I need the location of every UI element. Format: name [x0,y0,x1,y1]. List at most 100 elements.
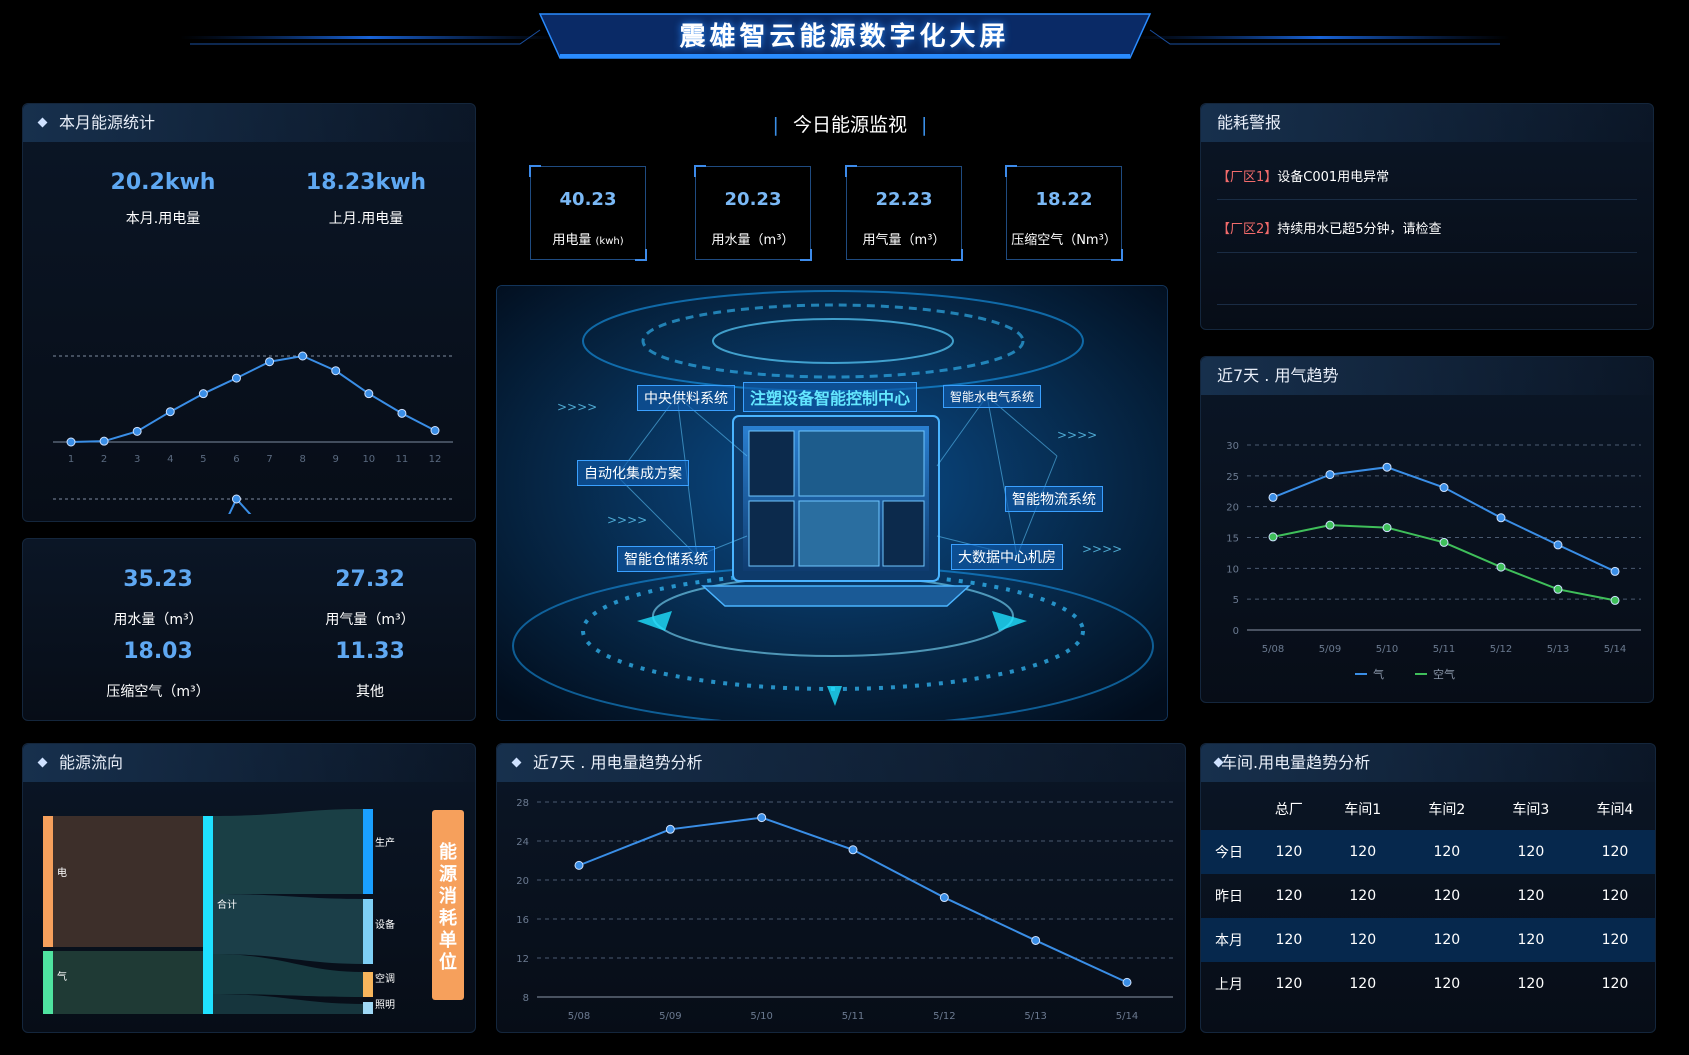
table-cell: 120 [1275,976,1303,992]
sankey-node-lighting[interactable] [363,1002,373,1014]
data-point [1325,520,1335,530]
header: 震雄智云能源数字化大屏 [0,0,1689,80]
kpi-label: 压缩空气（Nm³） [1011,233,1117,248]
panel-header: 近7天 . 用气趋势 [1201,357,1653,395]
data-point [1382,462,1392,472]
sankey-node-gas[interactable] [43,951,53,1014]
energy-consumption-unit-badge: 能源消耗单位 [432,810,464,1000]
workshop-table: 总厂 车间1 车间2 车间3 车间4 今日 120 120 120 120 12… [1201,788,1655,1006]
table-header-row: 总厂 车间1 车间2 车间3 车间4 [1201,788,1655,830]
alarm-text: 持续用水已超5分钟，请检查 [1277,222,1442,237]
x-tick-label: 5/13 [1547,644,1569,655]
diamond-icon [37,757,48,768]
table-cell: 120 [1320,918,1405,962]
data-point [265,357,275,367]
other-label: 其他 [356,684,384,700]
sankey-label-total: 合计 [217,900,237,911]
y-tick-label: 12 [516,954,529,965]
table-cell: 120 [1275,888,1303,904]
svg-text:>>>>: >>>> [1082,542,1122,556]
table-cell: 120 [1320,830,1405,874]
svg-text:>>>>: >>>> [607,513,647,527]
table-cell: 120 [1601,888,1629,904]
hub-label-central-feeding: 中央供料系统 [637,385,735,411]
sankey-node-hvac[interactable] [363,972,373,997]
legend-label: 气 [1373,667,1384,681]
sankey-node-total[interactable] [203,816,213,1014]
energy-flow-panel: 能源流向 电 气 合计 生产 设备 空调 照明 [22,743,476,1033]
unit-label: 能源消耗单位 [439,842,457,973]
x-tick-label: 1 [68,454,74,465]
this-month-value: 20.2kwh [110,170,216,195]
data-point [198,389,208,399]
series-line [1272,524,1616,602]
data-point [1031,935,1041,945]
panel-header: 近7天 . 用电量趋势分析 [497,744,1185,782]
y-tick-label: 10 [1226,564,1239,575]
month-stats-panel: 本月能源统计 20.2kwh 本月.用电量 18.23kwh 上月.用电量 12… [22,103,476,522]
sankey-label-lighting: 照明 [375,1000,395,1011]
x-tick-label: 4 [167,454,173,465]
table-cell: 120 [1433,976,1461,992]
data-point [1553,584,1563,594]
other-value: 11.33 [335,639,405,664]
kpi-water: 20.23 用水量（m³） [694,165,812,261]
data-point [1325,470,1335,480]
y-tick-label: 16 [516,915,529,926]
row-label: 昨日 [1215,889,1243,905]
diamond-icon [511,757,522,768]
kpi-label: 用水量（m³） [711,233,795,248]
data-point [331,366,341,376]
sankey-label-hvac: 空调 [375,974,395,985]
gas-trend-chart: 0 5 10 15 20 25 30 5/08 5/09 5/10 5/11 5/12 5/13 5/14… [1226,441,1641,681]
alarm-item[interactable]: 【厂区1】设备C001用电异常 [1217,166,1389,185]
data-point [1610,566,1620,576]
data-point [165,407,175,417]
svg-text:>>>>: >>>> [1057,428,1097,442]
alarm-text: 设备C001用电异常 [1277,170,1390,185]
y-tick-label: 30 [1226,441,1239,452]
panel-header: 能源流向 [23,744,475,782]
x-tick-label: 5 [200,454,206,465]
column-header: 总厂 [1274,802,1303,818]
data-point [1382,523,1392,533]
panel-header: 本月能源统计 [23,104,475,142]
data-point [430,426,440,436]
table-cell: 120 [1488,830,1573,874]
table-cell: 120 [1517,888,1545,904]
table-cell: 120 [1572,918,1655,962]
panel-title: 近7天 . 用电量趋势分析 [533,753,703,772]
alarm-item[interactable]: 【厂区2】持续用水已超5分钟，请检查 [1217,218,1442,237]
x-tick-label: 5/09 [1319,644,1341,655]
x-tick-label: 5/14 [1604,644,1626,655]
panel-title: 能源流向 [59,753,124,772]
data-point [757,813,767,823]
sankey-diagram [43,809,373,1014]
column-header: 车间1 [1344,802,1382,818]
svg-text:>>>>: >>>> [557,400,597,414]
kpi-value: 40.23 [559,189,617,210]
gas-label: 用气量（m³） [325,612,415,628]
table-cell: 120 [1517,976,1545,992]
y-tick-label: 5 [1233,595,1239,606]
sankey-label-production: 生产 [375,838,395,849]
data-point [1496,562,1506,572]
last-month-value: 18.23kwh [305,170,427,195]
row-label: 上月 [1215,977,1243,993]
table-row: 本月 120 120 120 120 120 [1201,918,1655,962]
data-point [1268,532,1278,542]
row-label: 今日 [1201,830,1257,874]
data-point [397,408,407,418]
panel-title: 近7天 . 用气趋势 [1217,366,1339,385]
table-cell: 120 [1257,830,1321,874]
sankey-node-production[interactable] [363,809,373,894]
column-header: 车间4 [1596,802,1634,818]
x-tick-label: 11 [396,454,409,465]
kpi-value: 22.23 [875,189,933,210]
sankey-node-equipment[interactable] [363,899,373,964]
x-tick-label: 2 [101,454,107,465]
kpi-value: 20.23 [724,189,782,210]
y-tick-label: 8 [523,993,529,1004]
y-tick-label: 28 [516,798,529,809]
sankey-node-electricity[interactable] [43,816,53,947]
